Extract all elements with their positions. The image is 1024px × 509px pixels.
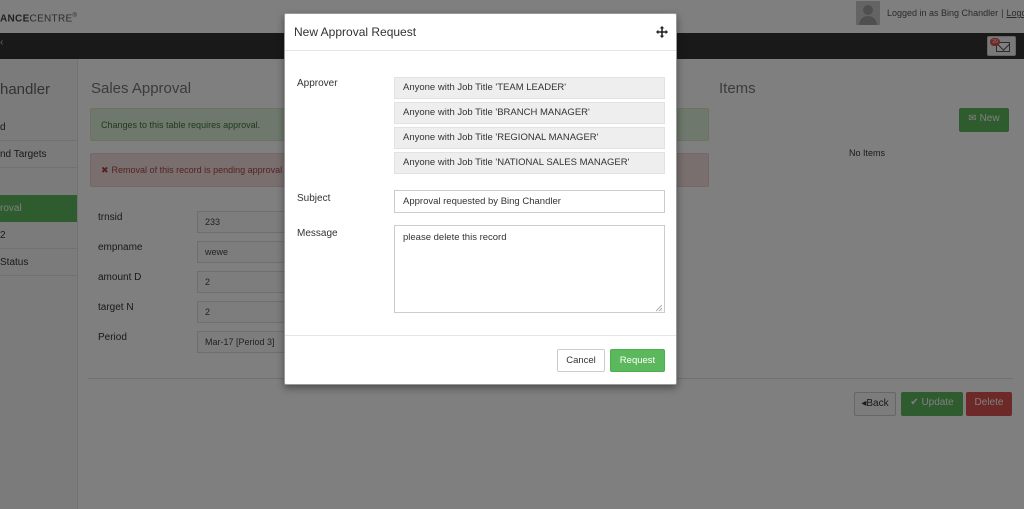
cancel-button[interactable]: Cancel	[557, 349, 605, 372]
modal-footer-divider	[285, 335, 676, 336]
request-button[interactable]: Request	[610, 349, 665, 372]
move-icon[interactable]	[656, 26, 668, 38]
modal-header[interactable]: New Approval Request	[285, 14, 676, 51]
message-label: Message	[297, 228, 338, 239]
subject-label: Subject	[297, 193, 331, 204]
approver-option-regional-manager[interactable]: Anyone with Job Title 'REGIONAL MANAGER'	[394, 127, 665, 149]
message-textarea[interactable]: please delete this record	[394, 225, 665, 313]
approver-option-branch-manager[interactable]: Anyone with Job Title 'BRANCH MANAGER'	[394, 102, 665, 124]
approver-label: Approver	[297, 78, 338, 89]
subject-input[interactable]: Approval requested by Bing Chandler	[394, 190, 665, 213]
approver-option-team-leader[interactable]: Anyone with Job Title 'TEAM LEADER'	[394, 77, 665, 99]
approval-request-modal: New Approval Request Approver Anyone wit…	[284, 13, 677, 385]
approver-option-national-sales-manager[interactable]: Anyone with Job Title 'NATIONAL SALES MA…	[394, 152, 665, 174]
resize-grip-icon[interactable]	[655, 304, 663, 312]
modal-title: New Approval Request	[294, 25, 417, 39]
